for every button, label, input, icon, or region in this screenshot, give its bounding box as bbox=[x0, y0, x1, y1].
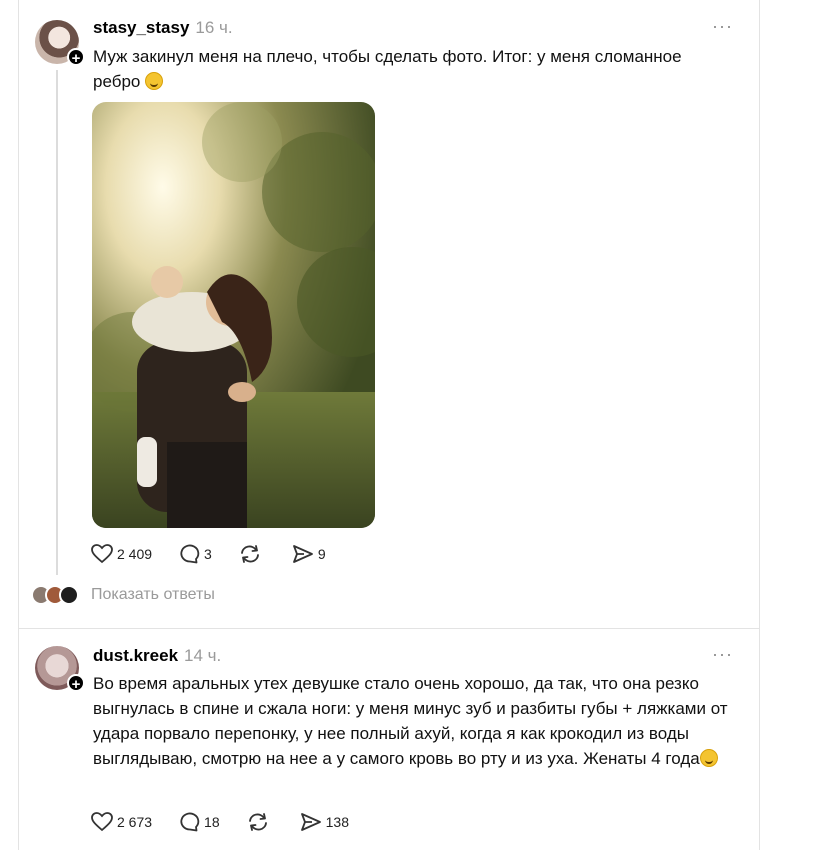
photo-image bbox=[92, 102, 375, 528]
more-options-icon[interactable]: ··· bbox=[712, 16, 733, 37]
more-options-icon[interactable]: ··· bbox=[712, 644, 733, 665]
repost-icon bbox=[240, 545, 259, 563]
share-count: 9 bbox=[317, 546, 326, 562]
like-count: 2 409 bbox=[117, 546, 153, 562]
show-replies-label[interactable]: Показать ответы bbox=[91, 586, 215, 604]
like-button[interactable]: 2 673 bbox=[91, 812, 152, 832]
comment-count: 18 bbox=[204, 814, 220, 830]
post: + stasy_stasy 16 ч. ··· Муж закинул меня … bbox=[19, 0, 759, 628]
laughing-emoji-icon bbox=[145, 72, 164, 90]
heart-icon bbox=[91, 544, 113, 564]
thread-line bbox=[56, 70, 58, 575]
username[interactable]: stasy_stasy bbox=[93, 18, 189, 37]
share-button[interactable]: 138 bbox=[300, 812, 349, 832]
post-text-content: Во время аральных утех девушке стало оче… bbox=[93, 674, 728, 768]
share-button[interactable]: 9 bbox=[292, 544, 326, 564]
repost-button[interactable] bbox=[238, 544, 266, 564]
post-header: dust.kreek 14 ч. bbox=[93, 646, 221, 666]
post-actions: 2 409 3 9 bbox=[91, 544, 352, 564]
feed: + stasy_stasy 16 ч. ··· Муж закинул меня … bbox=[18, 0, 760, 850]
heart-icon bbox=[91, 812, 113, 832]
post-text: Муж закинул меня на плечо, чтобы сделать… bbox=[93, 44, 733, 94]
post-text: Во время аральных утех девушке стало оче… bbox=[93, 671, 733, 771]
like-count: 2 673 bbox=[117, 814, 153, 830]
laughing-emoji-icon bbox=[699, 749, 718, 767]
post-header: stasy_stasy 16 ч. bbox=[93, 18, 233, 38]
comment-button[interactable]: 18 bbox=[178, 812, 220, 832]
comment-button[interactable]: 3 bbox=[178, 544, 212, 564]
repost-button[interactable] bbox=[246, 812, 274, 832]
like-button[interactable]: 2 409 bbox=[91, 544, 152, 564]
reply-avatar bbox=[59, 585, 79, 605]
avatar[interactable]: + bbox=[35, 646, 85, 693]
username[interactable]: dust.kreek bbox=[93, 646, 178, 665]
show-replies[interactable]: Показать ответы bbox=[31, 585, 215, 605]
post-text-content: Муж закинул меня на плечо, чтобы сделать… bbox=[93, 47, 682, 91]
comment-count: 3 bbox=[204, 546, 212, 562]
share-count: 138 bbox=[325, 814, 349, 830]
post: + dust.kreek 14 ч. ··· Во время аральных … bbox=[19, 629, 759, 850]
comment-icon bbox=[180, 812, 200, 832]
post-time[interactable]: 14 ч. bbox=[184, 646, 221, 665]
repost-icon bbox=[248, 813, 267, 831]
share-icon bbox=[300, 813, 321, 831]
avatar[interactable]: + bbox=[35, 20, 85, 67]
post-time[interactable]: 16 ч. bbox=[195, 18, 232, 37]
post-photo[interactable] bbox=[92, 102, 375, 528]
comment-icon bbox=[180, 544, 200, 564]
post-actions: 2 673 18 138 bbox=[91, 812, 375, 832]
follow-plus-icon[interactable]: + bbox=[67, 674, 85, 693]
follow-plus-icon[interactable]: + bbox=[67, 48, 85, 67]
share-icon bbox=[292, 545, 313, 563]
